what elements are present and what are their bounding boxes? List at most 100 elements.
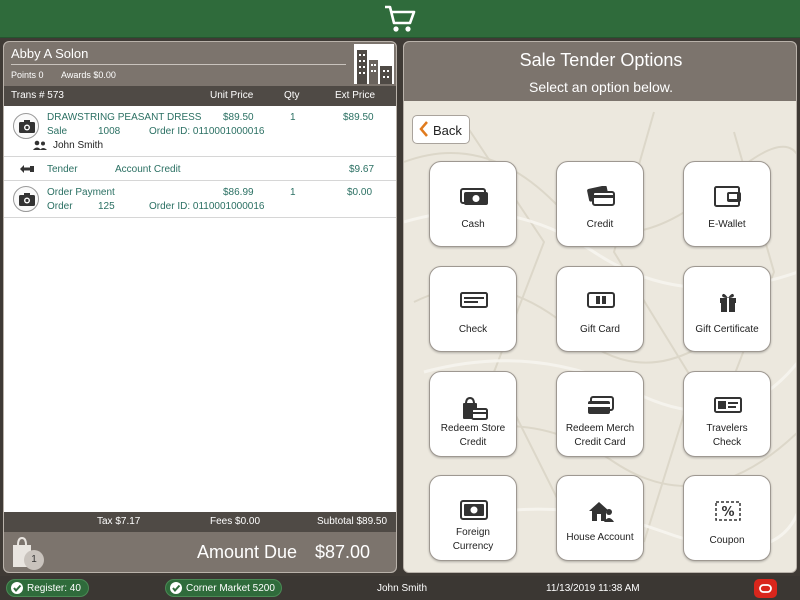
chevron-left-icon: [419, 121, 428, 137]
item-order-id: Order ID: 0110001000016: [149, 126, 265, 137]
gift-card-button[interactable]: Gift Card: [556, 266, 644, 352]
check-circle-icon: [170, 582, 182, 594]
tile-label-line2: Currency: [452, 541, 494, 552]
coupon-button[interactable]: % Coupon: [683, 475, 771, 561]
tile-label: E-Wallet: [708, 219, 746, 230]
tile-label: Redeem Store: [440, 423, 506, 434]
salesperson-name: John Smith: [53, 140, 104, 151]
transaction-panel: Abby A Solon Points 0 Awards $0.00 Trans…: [3, 41, 397, 573]
house-account-icon: [589, 502, 614, 522]
tender-subtitle: Select an option below.: [529, 79, 673, 95]
customer-name: Abby A Solon: [11, 46, 89, 61]
item-image: [13, 113, 39, 139]
foreign-currency-button[interactable]: Foreign Currency: [429, 475, 517, 561]
house-account-button[interactable]: House Account: [556, 475, 644, 561]
item-qty: 1: [290, 112, 296, 123]
cash-icon: [460, 188, 488, 205]
item-title: Order Payment: [47, 187, 115, 198]
tile-label-line2: Check: [712, 437, 742, 448]
item-qty: 1: [290, 187, 296, 198]
amount-due-bar: 1 Amount Due $87.00: [4, 532, 396, 572]
tender-arrows-icon: [20, 165, 34, 173]
item-title: DRAWSTRING PEASANT DRESS: [47, 112, 202, 123]
tax-total: Tax $7.17: [97, 516, 141, 527]
redeem-store-credit-button[interactable]: Redeem Store Credit: [429, 371, 517, 457]
store-label: Corner Market 5200: [186, 583, 275, 594]
tender-amount: $9.67: [349, 164, 375, 175]
item-unit-price: $86.99: [223, 187, 254, 198]
item-type: Sale: [47, 126, 68, 137]
totals-bar: Tax $7.17 Fees $0.00 Subtotal $89.50: [4, 512, 396, 532]
tile-label: Cash: [461, 219, 485, 230]
subtotal: Subtotal $89.50: [317, 516, 388, 527]
e-wallet-button[interactable]: E-Wallet: [683, 161, 771, 247]
shopping-cart-icon[interactable]: [383, 4, 417, 34]
item-type: Order: [47, 201, 73, 212]
gift-certificate-button[interactable]: Gift Certificate: [683, 266, 771, 352]
travelers-check-button[interactable]: Travelers Check: [683, 371, 771, 457]
customer-points: Points 0: [11, 70, 44, 80]
status-bar: Register: 40 Corner Market 5200 John Smi…: [0, 576, 800, 600]
tile-label: Redeem Merch: [565, 423, 635, 434]
coupon-icon: %: [715, 501, 741, 521]
redeem-merch-credit-card-button[interactable]: Redeem Merch Credit Card: [556, 371, 644, 457]
table-row[interactable]: Order Payment $86.99 1 $0.00 Order 125 O…: [4, 181, 396, 218]
alert-icon: [759, 584, 772, 593]
credit-card-icon: [587, 186, 615, 206]
tile-label-line2: Credit: [459, 437, 487, 448]
camera-icon: [19, 193, 35, 206]
store-status[interactable]: Corner Market 5200: [165, 579, 282, 597]
e-wallet-icon: [714, 186, 741, 207]
register-label: Register: 40: [27, 583, 81, 594]
merch-card-icon: [588, 396, 614, 414]
fees-total: Fees $0.00: [210, 516, 261, 527]
divider: [11, 64, 346, 65]
amount-due-label: Amount Due: [197, 542, 298, 562]
table-row[interactable]: Tender Account Credit $9.67: [4, 157, 396, 181]
tender-title: Sale Tender Options: [519, 50, 683, 70]
tile-label-line2: Credit Card: [574, 437, 626, 448]
cash-button[interactable]: Cash: [429, 161, 517, 247]
tile-label: Credit: [586, 219, 614, 230]
tile-label: House Account: [566, 532, 634, 543]
item-ext-price: $0.00: [347, 187, 373, 198]
gift-icon: [720, 293, 736, 312]
check-button[interactable]: Check: [429, 266, 517, 352]
table-header: Trans # 573 Unit Price Qty Ext Price: [4, 86, 396, 106]
tile-label: Gift Card: [579, 324, 620, 335]
table-row[interactable]: DRAWSTRING PEASANT DRESS $89.50 1 $89.50…: [4, 106, 396, 157]
item-code: 125: [98, 201, 115, 212]
trans-number: Trans # 573: [11, 90, 64, 101]
tender-header: Sale Tender Options Select an option bel…: [404, 42, 796, 101]
gift-card-icon: [587, 292, 615, 308]
back-label: Back: [433, 123, 462, 138]
customer-awards: Awards $0.00: [61, 70, 116, 80]
col-unit-price: Unit Price: [210, 90, 254, 101]
top-bar: [0, 0, 800, 38]
tile-label: Coupon: [709, 535, 745, 546]
col-ext-price: Ext Price: [335, 90, 376, 101]
tile-label: Gift Certificate: [695, 324, 759, 335]
amount-due-value: $87.00: [315, 542, 371, 562]
tile-label: Foreign: [456, 527, 490, 538]
col-qty: Qty: [284, 90, 300, 101]
svg-text:%: %: [721, 505, 734, 520]
credit-button[interactable]: Credit: [556, 161, 644, 247]
customer-header[interactable]: Abby A Solon Points 0 Awards $0.00: [4, 42, 396, 86]
item-order-id: Order ID: 0110001000016: [149, 201, 265, 212]
store-credit-icon: [463, 396, 488, 420]
tender-label: Tender: [47, 164, 78, 175]
check-circle-icon: [11, 582, 23, 594]
building-icon: [354, 44, 394, 84]
item-code: 1008: [98, 126, 121, 137]
item-unit-price: $89.50: [223, 112, 254, 123]
notification-button[interactable]: [754, 579, 777, 598]
back-button[interactable]: Back: [412, 115, 470, 144]
bag-count-badge: 1: [24, 550, 44, 570]
people-icon: [33, 140, 47, 150]
logged-in-user: John Smith: [377, 583, 428, 594]
tile-label: Check: [458, 324, 488, 335]
register-status[interactable]: Register: 40: [6, 579, 89, 597]
date-time: 11/13/2019 11:38 AM: [546, 583, 640, 594]
item-image: [13, 186, 39, 212]
